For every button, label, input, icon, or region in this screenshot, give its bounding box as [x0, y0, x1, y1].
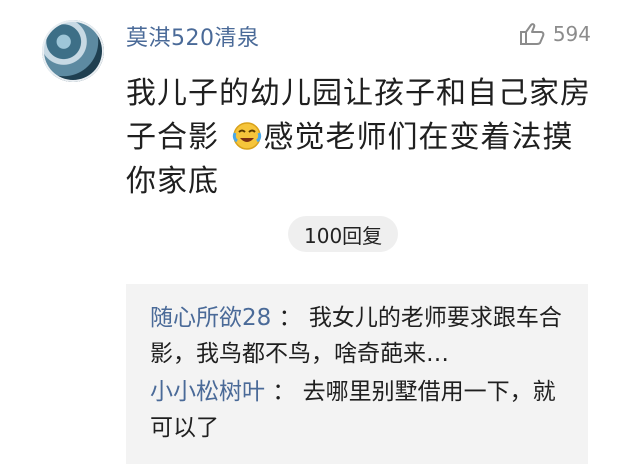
reply-item[interactable]: 随心所欲28 ： 我女儿的老师要求跟车合影，我鸟都不鸟，啥奇葩来…: [150, 300, 570, 372]
laughing-crying-emoji-icon: [232, 122, 261, 150]
reply-separator: ：: [278, 305, 302, 331]
thumbs-up-icon: [519, 23, 545, 45]
like-count: 594: [552, 22, 591, 46]
comment-avatar[interactable]: [42, 20, 104, 82]
reply-count-button[interactable]: 100回复: [288, 216, 399, 252]
reply-author[interactable]: 小小松树叶: [150, 379, 265, 405]
reply-separator: ：: [272, 379, 296, 405]
replies-panel: 随心所欲28 ： 我女儿的老师要求跟车合影，我鸟都不鸟，啥奇葩来… 小小松树叶 …: [126, 284, 588, 464]
comment-username[interactable]: 莫淇520清泉: [126, 20, 260, 52]
comment-body: 我儿子的幼儿园让孩子和自己家房子合影 感觉老师们在变着法摸你家底: [126, 72, 596, 204]
reply-author[interactable]: 随心所欲28: [150, 305, 271, 331]
reply-item[interactable]: 小小松树叶 ： 去哪里别墅借用一下，就可以了: [150, 374, 570, 446]
like-control[interactable]: 594: [519, 22, 591, 46]
